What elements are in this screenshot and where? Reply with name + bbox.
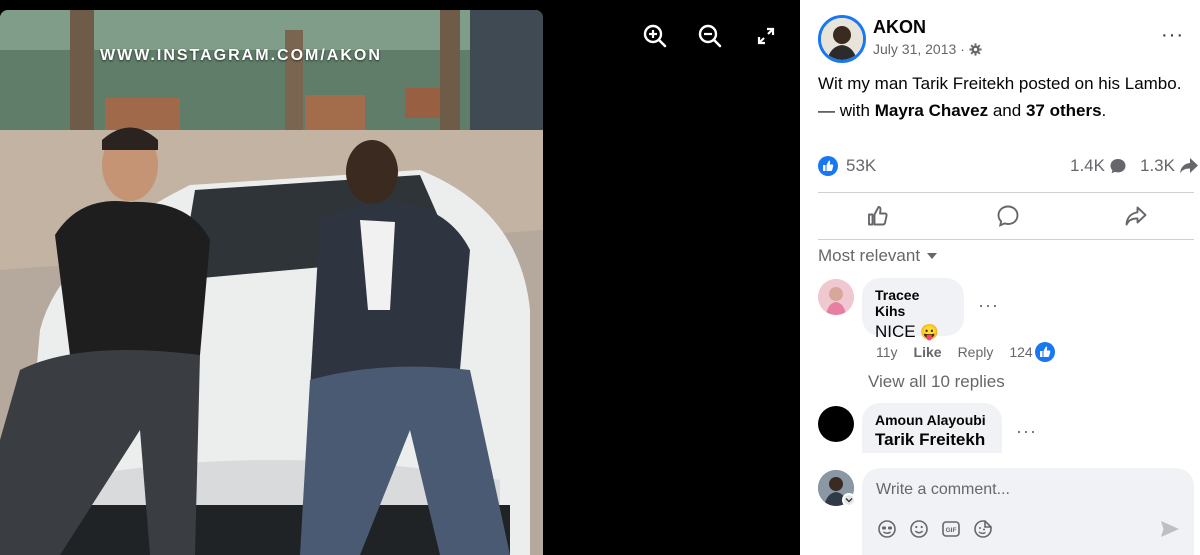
caption-text: Wit my man Tarik Freitekh posted on his …	[818, 74, 1182, 93]
tongue-emoji: 😛	[920, 324, 940, 341]
like-icon	[868, 206, 888, 226]
avatar-sticker-icon	[878, 520, 896, 538]
commenter-avatar[interactable]	[818, 279, 854, 315]
tag-end: .	[1101, 101, 1107, 120]
comment-box: GIF	[862, 468, 1194, 555]
mentioned-person-link[interactable]: Tarik Freitekh	[875, 430, 989, 450]
gif-icon: GIF	[942, 521, 960, 537]
commenter-avatar[interactable]	[818, 406, 854, 442]
comment-text-value: NICE	[875, 322, 916, 341]
commenter-name[interactable]: Tracee Kihs	[875, 287, 951, 319]
comment-options-button[interactable]: ···	[978, 295, 999, 316]
fullscreen-button[interactable]	[752, 22, 780, 50]
zoom-out-icon	[698, 24, 722, 48]
emoji-button[interactable]	[908, 518, 930, 540]
share-count-icon	[1179, 158, 1198, 174]
author-avatar-image	[821, 18, 863, 60]
shares-count: 1.3K	[1140, 156, 1175, 175]
post-panel: AKON July 31, 2013 · ··· Wit my man Tari…	[800, 0, 1200, 555]
comment-bubble: Tracee Kihs NICE 😛	[862, 278, 964, 341]
post-actions	[818, 196, 1194, 236]
emoji-icon	[910, 520, 928, 538]
tag-prefix: — with	[818, 101, 870, 120]
comment-button[interactable]	[988, 196, 1028, 236]
photo-scene	[0, 10, 543, 555]
tag-and: and	[992, 101, 1022, 120]
likes-count: 53K	[846, 156, 877, 175]
avatar-image	[818, 279, 854, 315]
zoom-out-button[interactable]	[696, 22, 724, 50]
chevron-down-icon	[845, 498, 853, 503]
like-button[interactable]	[858, 196, 898, 236]
author-name[interactable]: AKON	[873, 17, 926, 38]
actions-divider	[818, 239, 1194, 240]
reactions-summary[interactable]: 53K	[818, 156, 876, 176]
sticker-button[interactable]	[972, 518, 994, 540]
share-button[interactable]	[1116, 196, 1156, 236]
fullscreen-icon	[757, 27, 775, 45]
profile-switch-button[interactable]	[842, 493, 856, 507]
stats-divider	[818, 192, 1194, 193]
comments-count: 1.4K	[1070, 156, 1105, 175]
comment-age[interactable]: 11y	[876, 344, 898, 360]
comment-icon	[997, 205, 1019, 227]
photo-viewer: WWW.INSTAGRAM.COM/AKON	[0, 0, 800, 555]
meta-separator: ·	[960, 41, 965, 57]
post-photo[interactable]: WWW.INSTAGRAM.COM/AKON	[0, 10, 543, 555]
post-date[interactable]: July 31, 2013	[873, 41, 956, 57]
comment-bubble: Amoun Alayoubi Tarik Freitekh	[862, 403, 1002, 453]
comment-reply-button[interactable]: Reply	[958, 344, 994, 360]
share-icon	[1125, 206, 1147, 226]
tagged-others-link[interactable]: 37 others	[1026, 101, 1102, 120]
post-caption: Wit my man Tarik Freitekh posted on his …	[818, 70, 1190, 124]
like-reaction-icon[interactable]	[1034, 342, 1055, 362]
comment-count-icon	[1110, 159, 1126, 174]
comments-count-link[interactable]: 1.4K	[1070, 156, 1127, 176]
like-reaction-icon	[818, 156, 838, 176]
zoom-in-icon	[643, 24, 667, 48]
avatar-sticker-button[interactable]	[876, 518, 898, 540]
comment-options-button[interactable]: ···	[1016, 421, 1037, 442]
sticker-icon	[974, 520, 992, 538]
shares-count-link[interactable]: 1.3K	[1140, 156, 1199, 176]
comment-meta: 11y Like Reply 124	[876, 342, 1055, 362]
post-stats: 53K 1.4K 1.3K	[818, 156, 1198, 182]
photo-watermark: WWW.INSTAGRAM.COM/AKON	[100, 47, 382, 64]
gear-icon	[969, 42, 982, 56]
comment-sort-dropdown[interactable]: Most relevant	[818, 246, 938, 266]
chevron-down-icon	[927, 253, 938, 259]
commenter-name[interactable]: Amoun Alayoubi	[875, 412, 989, 428]
comment-text: NICE 😛	[875, 322, 951, 342]
svg-text:GIF: GIF	[946, 527, 957, 534]
gif-button[interactable]: GIF	[940, 518, 962, 540]
post-meta: July 31, 2013 ·	[873, 41, 982, 57]
send-icon	[1161, 521, 1179, 537]
send-comment-button[interactable]	[1160, 520, 1180, 543]
sort-label: Most relevant	[818, 246, 921, 265]
comment-reaction-count: 124	[1009, 344, 1033, 360]
comment-composer: GIF	[818, 468, 1194, 555]
zoom-in-button[interactable]	[641, 22, 669, 50]
tagged-person-link[interactable]: Mayra Chavez	[875, 101, 988, 120]
comment-input[interactable]	[876, 478, 1176, 502]
author-avatar[interactable]	[818, 15, 866, 63]
post-options-button[interactable]: ···	[1161, 24, 1184, 47]
view-all-replies-link[interactable]: View all 10 replies	[868, 372, 1005, 392]
comment-like-button[interactable]: Like	[914, 344, 942, 360]
